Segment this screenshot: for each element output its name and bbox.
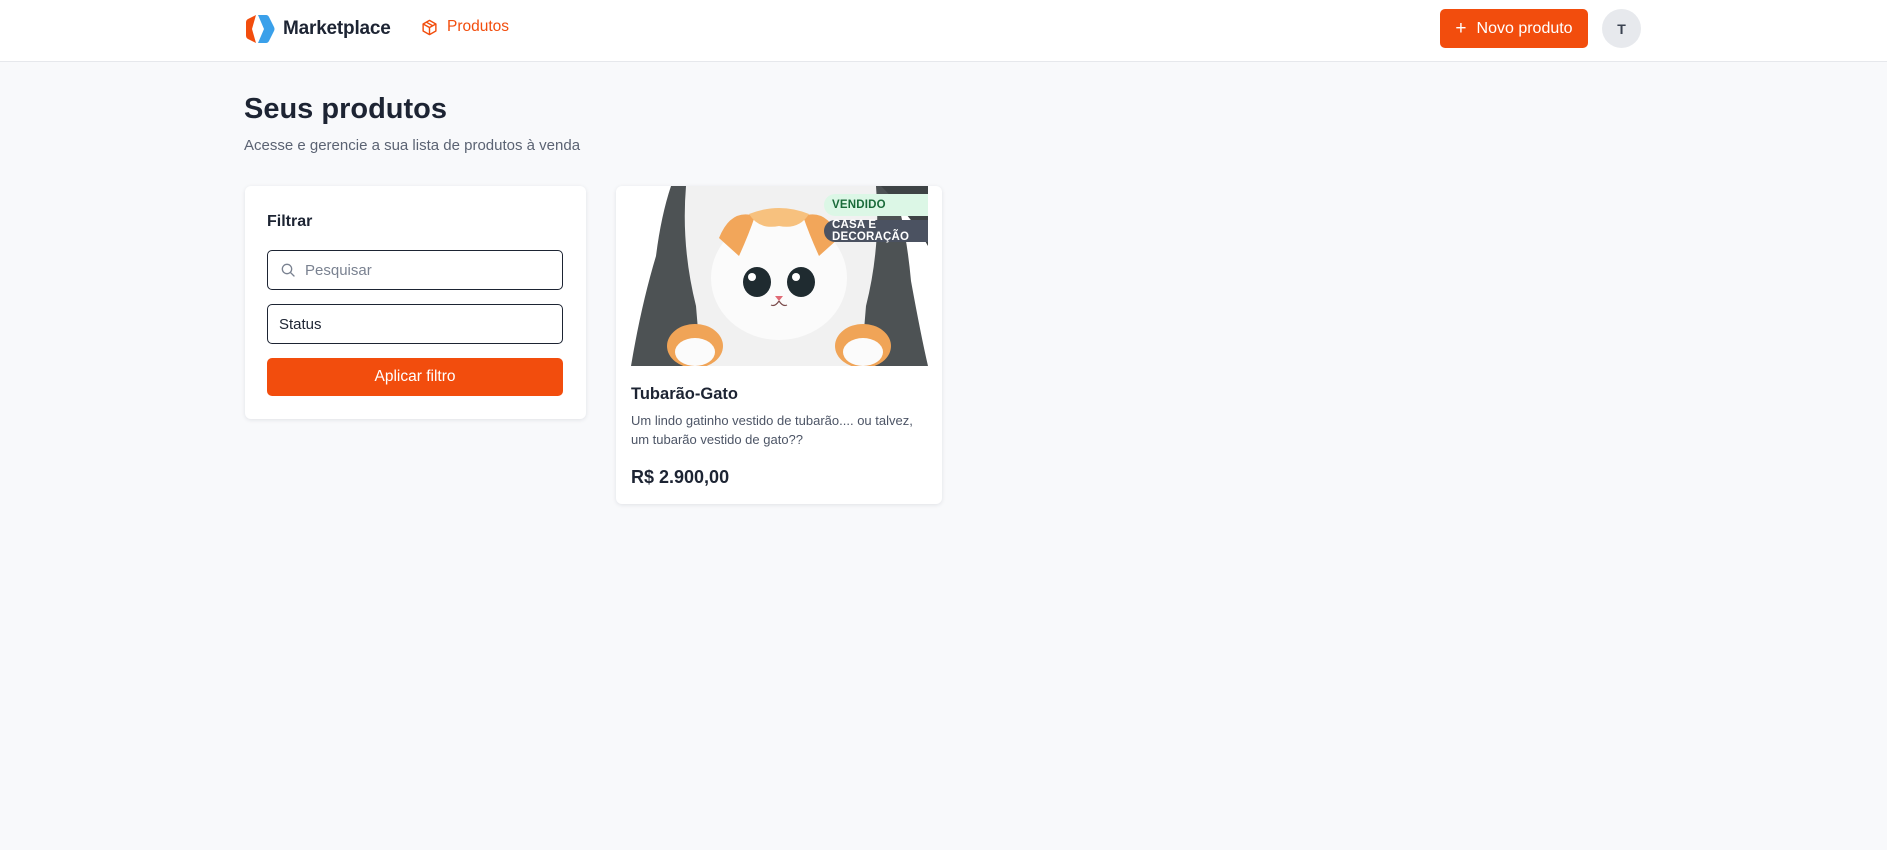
product-card[interactable]: VENDIDO CASA E DECORAÇÃO Tubarão-Gato Um… (616, 186, 942, 504)
search-input[interactable] (305, 261, 545, 279)
package-icon (422, 19, 437, 35)
new-product-button[interactable]: + Novo produto (1440, 9, 1588, 48)
marketplace-logo-icon (246, 15, 275, 43)
page-subtitle: Acesse e gerencie a sua lista de produto… (244, 137, 581, 154)
product-price: R$ 2.900,00 (631, 467, 730, 487)
new-product-label: Novo produto (1476, 19, 1573, 37)
brand-name: Marketplace (283, 18, 391, 39)
nav-item-produtos[interactable]: Produtos (421, 18, 509, 36)
product-image: VENDIDO CASA E DECORAÇÃO (631, 186, 928, 366)
page-title: Seus produtos (244, 93, 448, 125)
filter-title: Filtrar (267, 213, 313, 230)
nav-item-label: Produtos (447, 18, 510, 35)
brand-logo[interactable]: Marketplace (244, 13, 391, 45)
status-badge: VENDIDO (824, 194, 928, 216)
apply-filter-button[interactable]: Aplicar filtro (267, 358, 563, 396)
top-navbar: Marketplace Produtos + Novo produto T (0, 0, 1887, 62)
product-name: Tubarão-Gato (631, 385, 738, 403)
user-avatar[interactable]: T (1602, 9, 1641, 48)
filter-panel: Filtrar Status Aplicar filtro (245, 186, 586, 419)
plus-icon: + (1455, 18, 1467, 39)
status-select[interactable]: Status (267, 304, 563, 344)
search-field[interactable] (267, 250, 563, 290)
product-description: Um lindo gatinho vestido de tubarão.... … (631, 413, 913, 447)
category-badge: CASA E DECORAÇÃO (824, 219, 928, 243)
search-icon (281, 263, 295, 277)
